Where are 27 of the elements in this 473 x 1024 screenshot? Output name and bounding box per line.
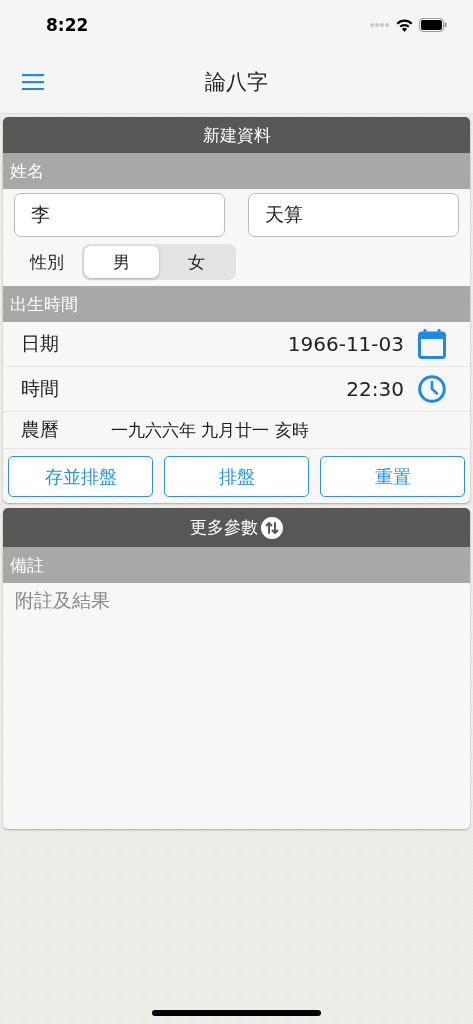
swap-icon [261, 516, 283, 539]
battery-icon [419, 18, 447, 32]
menu-button[interactable] [22, 73, 44, 90]
calendar-icon [418, 329, 446, 359]
screen-title: 論八字 [203, 68, 269, 96]
section-header: 備註 [3, 547, 470, 583]
row-label: 時間 [21, 376, 60, 401]
notes-field[interactable]: 附註及結果 [3, 583, 470, 829]
row-label: 日期 [21, 331, 60, 356]
time-value[interactable]: 22:30 [346, 377, 404, 401]
date-value[interactable]: 1966-11-03 [287, 332, 404, 356]
given-name-field[interactable]: 天算 [248, 193, 459, 237]
card-header: 新建資料 [3, 117, 470, 153]
lunar-date-text: 一九六六年 九月廿一 亥時 [111, 418, 309, 442]
section-header: 出生時間 [3, 286, 470, 322]
row-label: 農曆 [21, 417, 60, 442]
section-header: 姓名 [3, 153, 470, 189]
gender-option[interactable]: 女 [159, 246, 234, 278]
wifi-icon [396, 18, 413, 32]
clock-time: 8:22 [46, 15, 89, 35]
card-header[interactable]: 更多參數 [3, 508, 470, 547]
gender-option[interactable]: 男 [84, 246, 159, 278]
clock-icon [418, 375, 446, 403]
gender-label: 性別 [30, 250, 65, 274]
more-params-label[interactable]: 更多參數 [190, 516, 258, 539]
signal-icon [370, 22, 390, 28]
surname-field[interactable]: 李 [14, 193, 225, 237]
